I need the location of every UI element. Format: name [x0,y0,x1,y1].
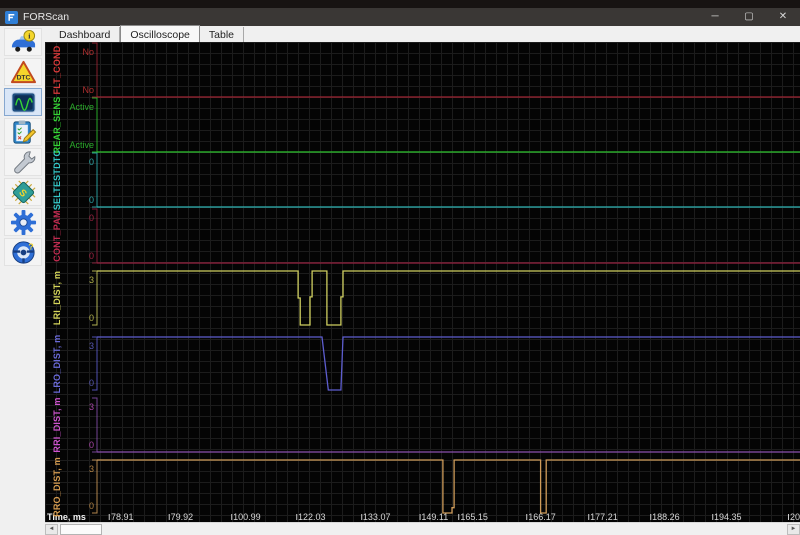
sidebar-button-oscilloscope[interactable] [4,88,42,116]
time-tick: 188.26 [652,512,680,522]
svg-text:?: ? [28,241,33,251]
time-tick: 165.15 [460,512,488,522]
oscilloscope-icon [10,89,37,116]
time-tick: 194.35 [713,512,742,522]
channel-top-value-5: 3 [88,275,94,285]
tab-oscilloscope[interactable]: Oscilloscope [120,25,200,42]
background-strip [0,0,800,8]
window-title: FORScan [23,11,70,23]
sidebar-button-tests[interactable] [4,118,42,146]
sidebar-button-vehicle-info[interactable]: i [4,28,42,56]
time-tick: 133.07 [362,512,391,522]
tab-dashboard[interactable]: Dashboard [50,27,121,42]
channel-trace-8 [97,459,800,514]
channel-bottom-value-1: No [82,85,94,95]
time-tick: 100.99 [233,512,261,522]
sidebar-button-help[interactable]: ? [4,238,42,266]
channel-trace-6 [97,336,800,391]
sidebar-button-dtc[interactable]: DTC [4,58,42,86]
maximize-button[interactable]: ▢ [732,8,766,26]
dtc-icon: DTC [10,59,37,86]
tab-bar: Dashboard Oscilloscope Table [45,25,800,42]
channel-bottom-value-8: 0 [88,501,94,511]
programming-icon: S [10,179,37,206]
oscilloscope-plot: Time, ms FLT_COND No No REAR_SENS Active Acti… [45,42,800,522]
svg-text:DTC: DTC [16,74,30,81]
channel-bottom-value-3: 0 [88,195,94,205]
sidebar-button-settings[interactable] [4,208,42,236]
channel-top-value-6: 3 [88,341,94,351]
channel-top-value-3: 0 [88,157,94,167]
sidebar: i DTC S? [0,26,45,535]
app-icon [5,10,18,24]
title-bar: FORScan [0,8,800,26]
waveform-canvas [92,42,800,514]
time-tick: 122.03 [297,512,326,522]
forscan-window: FORScan ─ ▢ ✕ i DTC S? Dashboard Oscillosco… [0,0,800,535]
minimize-button[interactable]: ─ [698,8,732,26]
channel-trace-5 [97,270,800,326]
time-tick: 20 [789,512,800,522]
help-icon: ? [10,239,37,266]
channel-top-value-1: No [82,47,94,57]
time-tick: 79.92 [170,512,194,522]
channel-bottom-value-4: 0 [88,251,94,261]
channel-bottom-value-2: Active [69,140,94,150]
tests-icon [10,119,37,146]
close-button[interactable]: ✕ [766,8,800,26]
time-tick: 78.91 [110,512,134,522]
scroll-thumb[interactable] [60,524,102,535]
channel-bottom-value-5: 0 [88,313,94,323]
scroll-right-button[interactable]: ► [787,524,800,535]
sidebar-button-programming[interactable]: S [4,178,42,206]
service-icon [10,149,37,176]
vehicle-info-icon: i [10,29,37,56]
time-tick: 149.11 [421,512,449,522]
channel-top-value-8: 3 [88,464,94,474]
channel-bottom-value-7: 0 [88,440,94,450]
channel-bottom-value-6: 0 [88,378,94,388]
channel-top-value-2: Active [69,102,94,112]
channel-top-value-4: 0 [88,213,94,223]
window-controls: ─ ▢ ✕ [698,8,800,26]
horizontal-scrollbar[interactable]: ◄ ► [45,522,800,535]
channel-top-value-7: 3 [88,402,94,412]
time-tick: 166.17 [528,512,556,522]
tab-table[interactable]: Table [199,27,245,42]
settings-icon [10,209,37,236]
time-tick: 177.21 [590,512,618,522]
scroll-left-button[interactable]: ◄ [45,524,58,535]
sidebar-button-service[interactable] [4,148,42,176]
